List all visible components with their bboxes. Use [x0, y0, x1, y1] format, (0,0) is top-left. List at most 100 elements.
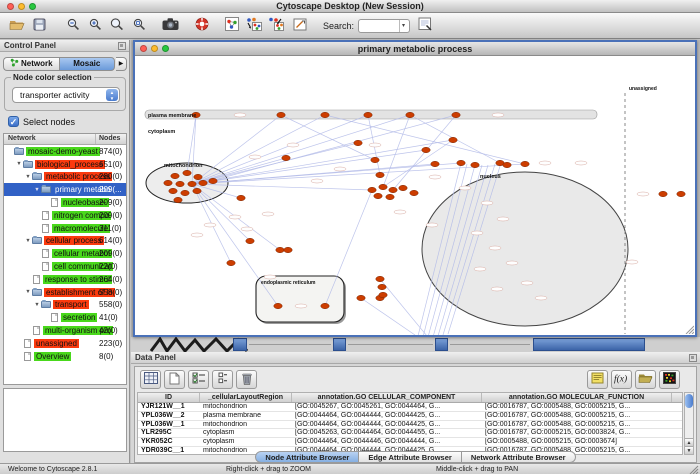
tree-row-metabolic-process[interactable]: ▼metabolic process280(0): [4, 171, 126, 184]
cell: [GO:0044464, GO:0044444, GO:0044425, G..…: [292, 412, 482, 420]
zoom-in-button[interactable]: [84, 15, 106, 37]
open-session-button[interactable]: [6, 15, 28, 37]
table-row-ylr295c[interactable]: YLR295Ccytoplasm[GO:0045263, GO:0044464,…: [138, 429, 682, 438]
zoom-window-button[interactable]: [29, 3, 36, 10]
node-color-select[interactable]: transporter activity ▲▼: [12, 87, 120, 103]
snapshot-button[interactable]: [160, 15, 182, 37]
frame-resize-grip[interactable]: [685, 325, 694, 334]
attribute-table: ID_cellularLayoutRegionannotation.GO CEL…: [137, 392, 683, 455]
unselect-attributes-button[interactable]: [212, 370, 233, 389]
expand-arrow-icon[interactable]: ▼: [24, 174, 32, 180]
network-tree-header[interactable]: Network Nodes: [4, 134, 126, 145]
select-attributes-button[interactable]: [188, 370, 209, 389]
background-frame-edge[interactable]: [233, 338, 247, 351]
tree-row-node-count: 42(0): [99, 326, 126, 335]
network-window-titlebar[interactable]: primary metabolic process: [135, 42, 695, 56]
network-file-icon: [24, 339, 31, 348]
table-row-ypl036w-2[interactable]: YPL036W__2plasma membrane[GO:0044464, GO…: [138, 412, 682, 421]
cell: cytoplasm: [200, 438, 292, 446]
annotation-button[interactable]: [289, 15, 311, 37]
frame-minimize-button[interactable]: [151, 45, 158, 52]
save-session-button[interactable]: [28, 15, 50, 37]
scroll-up-button[interactable]: ▲: [685, 438, 693, 446]
tree-row-unassigned[interactable]: unassigned223(0): [4, 337, 126, 350]
table-row-ykr052c[interactable]: YKR052Ccytoplasm[GO:0044464, GO:0044446,…: [138, 438, 682, 447]
color-matrix-button[interactable]: [659, 370, 680, 389]
tree-row-macromolecule[interactable]: macromolecule311(0): [4, 222, 126, 235]
tree-row-overview[interactable]: Overview8(0): [4, 350, 126, 363]
expand-arrow-icon[interactable]: ▼: [24, 289, 32, 295]
tree-row-node-count: 651(0): [99, 160, 126, 169]
help-button[interactable]: [191, 15, 213, 37]
expand-arrow-icon[interactable]: ▼: [33, 302, 41, 308]
vizmapper-button[interactable]: [221, 15, 243, 37]
background-frame-edge[interactable]: [435, 338, 448, 351]
column-header-annotation-go-molecular-function[interactable]: annotation.GO MOLECULAR_FUNCTION: [482, 393, 672, 402]
close-button[interactable]: [7, 3, 14, 10]
fx-icon: f(x): [613, 372, 630, 387]
tree-column-nodes: Nodes: [99, 135, 120, 142]
column-header-id[interactable]: ID: [138, 393, 200, 402]
tree-row-establishment-of-lo[interactable]: ▼establishment of lo558(0): [4, 286, 126, 299]
cell: plasma membrane: [200, 412, 292, 420]
tree-row-transport[interactable]: ▼transport558(0): [4, 299, 126, 312]
frame-zoom-button[interactable]: [162, 45, 169, 52]
scrollbar-thumb[interactable]: [685, 394, 693, 408]
expand-arrow-icon[interactable]: ▼: [33, 187, 41, 193]
network-canvas[interactable]: plasma membranecytoplasmmitochondrionnuc…: [135, 57, 695, 335]
network-window-title: primary metabolic process: [135, 42, 695, 56]
tree-row-node-count: 209(0): [99, 211, 126, 220]
tree-row-biological-process[interactable]: ▼biological_process651(0): [4, 158, 126, 171]
new-attribute-button[interactable]: [164, 370, 185, 389]
import-attributes-button[interactable]: [635, 370, 656, 389]
apply-layout-button[interactable]: [243, 15, 265, 37]
tree-row-cellular-process[interactable]: ▼cellular process614(0): [4, 235, 126, 248]
frame-close-button[interactable]: [140, 45, 147, 52]
attribute-grid-button[interactable]: [140, 370, 161, 389]
column-header-cellularlayoutregion[interactable]: _cellularLayoutRegion: [200, 393, 292, 402]
tab-network-attribute-browser[interactable]: Network Attribute Browser: [462, 451, 576, 463]
notes-button[interactable]: [587, 370, 608, 389]
expand-arrow-icon[interactable]: ▼: [24, 238, 32, 244]
search-dropdown-arrow-icon[interactable]: ▾: [399, 20, 407, 32]
background-frame-titlebar[interactable]: [533, 338, 645, 351]
formula-button[interactable]: f(x): [611, 370, 632, 389]
zoom-fit-button[interactable]: [128, 15, 150, 37]
tree-row-response-to-stimul[interactable]: response to stimul264(0): [4, 273, 126, 286]
float-panel-icon[interactable]: [118, 42, 126, 50]
tree-row-cellular-metabol[interactable]: cellular metabol209(0): [4, 247, 126, 260]
background-frame-edge[interactable]: [333, 338, 346, 351]
zoom-selected-button[interactable]: [106, 15, 128, 37]
tab-node-attribute-browser[interactable]: Node Attribute Browser: [255, 451, 359, 463]
tree-row-mosaic-demo-yeast[interactable]: mosaic-demo-yeast874(0): [4, 145, 126, 158]
table-row-yjr121w-1[interactable]: YJR121W__1mitochondrion[GO:0045267, GO:0…: [138, 403, 682, 412]
configure-search-button[interactable]: [414, 15, 436, 37]
tree-row-nucleobase[interactable]: nucleobase-209(0): [4, 196, 126, 209]
tree-row-label: cellular process: [44, 236, 104, 245]
tree-row-nitrogen-compo[interactable]: nitrogen compo209(0): [4, 209, 126, 222]
float-panel-icon[interactable]: [689, 354, 697, 362]
tree-row-secretion[interactable]: secretion41(0): [4, 311, 126, 324]
tree-row-cell-communicat[interactable]: cell communicat22(0): [4, 260, 126, 273]
select-nodes-checkbox[interactable]: ✓: [8, 116, 19, 127]
search-input[interactable]: [359, 20, 399, 32]
tree-row-node-count: 874(0): [99, 147, 126, 156]
svg-text:mitochondrion: mitochondrion: [164, 163, 203, 169]
zoom-out-button[interactable]: [62, 15, 84, 37]
search-field: ▾: [358, 19, 410, 33]
delete-attribute-button[interactable]: [236, 370, 257, 389]
tree-row-node-count: 22(0): [99, 262, 126, 271]
status-welcome: Welcome to Cytoscape 2.8.1: [8, 466, 97, 473]
tab-edge-attribute-browser[interactable]: Edge Attribute Browser: [359, 451, 461, 463]
tree-row-primary-metabo[interactable]: ▼primary metabo209(...: [4, 183, 126, 196]
tab-network[interactable]: Network: [3, 57, 59, 71]
tab-mosaic[interactable]: Mosaic: [59, 57, 116, 71]
tab-overflow-button[interactable]: ▶: [116, 57, 127, 71]
apply-layout-alt-button[interactable]: [265, 15, 287, 37]
window-resize-grip[interactable]: [689, 465, 699, 474]
minimize-button[interactable]: [18, 3, 25, 10]
tree-row-multi-organism-pro[interactable]: multi-organism pro42(0): [4, 324, 126, 337]
column-header-annotation-go-cellular-component[interactable]: annotation.GO CELLULAR_COMPONENT: [292, 393, 482, 402]
expand-arrow-icon[interactable]: ▼: [15, 161, 23, 167]
table-row-ypl036w-1[interactable]: YPL036W__1mitochondrion[GO:0044464, GO:0…: [138, 421, 682, 430]
